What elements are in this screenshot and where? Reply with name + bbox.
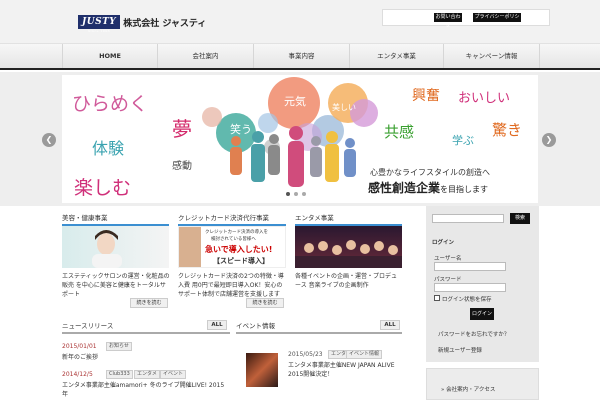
credit-text: クレジットカード決済の2つの特徴・導入費 用0円で最短即日導入OK！安心のサポー… (178, 273, 284, 298)
word-warau: 笑う (230, 123, 252, 136)
news-item-1[interactable]: 新年のご挨拶 (62, 353, 230, 362)
entertainment-image[interactable] (295, 226, 402, 268)
site-header: JUSTY Since 1996 株式会社 ジャスティ お問い合わせ プライバシー… (0, 0, 600, 44)
word-genki: 元気 (284, 95, 306, 108)
nav-business[interactable]: 事業内容 (254, 44, 350, 68)
event-tag-2[interactable]: イベント情報 (346, 350, 383, 359)
word-kando: 感動 (172, 161, 192, 172)
news-date-2: 2014/12/5 (62, 371, 93, 378)
news-tag-1[interactable]: お知らせ (106, 342, 132, 351)
sidebar-bottom-link[interactable]: » 会社案内・アクセス (441, 385, 495, 393)
password-label: パスワード (434, 277, 462, 283)
slider-prev-button[interactable]: ❮ (42, 133, 56, 147)
crowd-photo (295, 240, 402, 268)
woman-portrait-image (92, 230, 122, 268)
hero-slide: ひらめく 夢 体験 感動 楽しむ 笑う 元気 美しい 興奮 おいしい 共感 学ぶ… (62, 75, 538, 203)
slider-dot[interactable] (286, 192, 290, 196)
nav-campaign[interactable]: キャンペーン情報 (444, 44, 540, 68)
event-title: イベント情報 (236, 320, 402, 334)
word-manabu: 学ぶ (452, 134, 474, 147)
section-title-beauty: 美容・健康事業 (62, 212, 169, 226)
global-nav: HOME 会社案内 事業内容 エンタメ事業 キャンペーン情報 (0, 44, 600, 70)
word-hiramek: ひらめく (72, 93, 149, 115)
word-utsukushii: 美しい (332, 103, 356, 112)
word-yume: 夢 (172, 117, 192, 141)
forgot-password-link[interactable]: パスワードをお忘れですか？ (438, 330, 509, 338)
header-utility-box (382, 9, 550, 26)
contact-button[interactable]: お問い合わせ (434, 13, 462, 29)
entertainment-text: 各種イベントの企画・運営・プロデュース 音楽ライブの企画制作 (295, 273, 398, 289)
word-oishii: おいしい (458, 91, 511, 106)
username-label: ユーザー名 (434, 256, 462, 262)
word-kofun: 興奮 (412, 88, 440, 104)
news-date-1: 2015/01/01 (62, 343, 97, 350)
word-kyokan: 共感 (384, 123, 415, 141)
password-field[interactable] (434, 283, 506, 292)
remember-label: ログイン状態を保存 (442, 297, 492, 303)
event-date: 2015/05/23 (288, 351, 323, 358)
news-release-title: ニュースリリース (62, 320, 230, 334)
tagline-line1: 心豊かなライフスタイルの創造へ (370, 168, 490, 177)
logo-mark: JUSTY Since 1996 (78, 15, 121, 33)
logo-text: 株式会社 ジャスティ (123, 18, 207, 29)
word-odoroki: 驚き (492, 121, 523, 139)
beauty-text: エステティックサロンの運営・化粧品の販売 を中心に美容と健康をトータルサポート (62, 273, 170, 298)
privacy-button[interactable]: プライバシーポリシー (473, 13, 521, 29)
beauty-image[interactable] (62, 226, 169, 268)
section-title-credit: クレジットカード決済代行事業 (178, 212, 286, 226)
nav-company[interactable]: 会社案内 (158, 44, 254, 68)
login-button[interactable]: ログイン (470, 308, 494, 320)
word-taiken: 体験 (92, 139, 125, 158)
slider-next-button[interactable]: ❯ (542, 133, 556, 147)
nav-home[interactable]: HOME (62, 44, 158, 68)
credit-banner[interactable]: クレジットカード決済の導入を 検討されている皆様へ 急いで導入したい! 【スピー… (178, 226, 286, 268)
event-thumbnail[interactable] (246, 353, 278, 387)
event-all-button[interactable]: ALL (380, 320, 400, 330)
company-logo[interactable]: JUSTY Since 1996 株式会社 ジャスティ (78, 15, 207, 33)
username-field[interactable] (434, 262, 506, 271)
remember-checkbox[interactable] (434, 295, 440, 301)
news-all-button[interactable]: ALL (207, 320, 227, 330)
slider-dots (286, 192, 306, 196)
register-link[interactable]: 新規ユーザー登録 (438, 346, 482, 354)
sidebar-links-box: » 会社案内・アクセス (426, 368, 539, 400)
news-tag-2b[interactable]: エンタメ (134, 370, 160, 379)
slider-dot[interactable] (294, 192, 298, 196)
search-input[interactable] (432, 214, 504, 223)
slider-dot[interactable] (302, 192, 306, 196)
credit-more-button[interactable]: 続きを読む (246, 298, 284, 308)
news-item-2[interactable]: エンタメ事業部主催amamori+ 冬のライブ開催LIVE! 2015年 (62, 381, 230, 399)
nav-entertainment[interactable]: エンタメ事業 (350, 44, 444, 68)
tagline-line2: 感性創造企業を目指します (368, 181, 489, 195)
login-heading: ログイン (432, 240, 455, 246)
beauty-more-button[interactable]: 続きを読む (130, 298, 168, 308)
news-tag-2c[interactable]: イベント (160, 370, 187, 379)
word-tanoshimu: 楽しむ (74, 177, 132, 199)
sidebar-panel: 検索 ログイン ユーザー名 パスワード ログイン状態を保存 ログイン パスワード… (426, 206, 539, 362)
event-item[interactable]: エンタメ事業部主催NEW JAPAN ALIVE 2015開催決定！ (288, 361, 408, 379)
search-button[interactable]: 検索 (510, 213, 530, 224)
section-title-entertainment: エンタメ事業 (295, 212, 402, 226)
news-tag-2[interactable]: Club333 (106, 370, 133, 379)
